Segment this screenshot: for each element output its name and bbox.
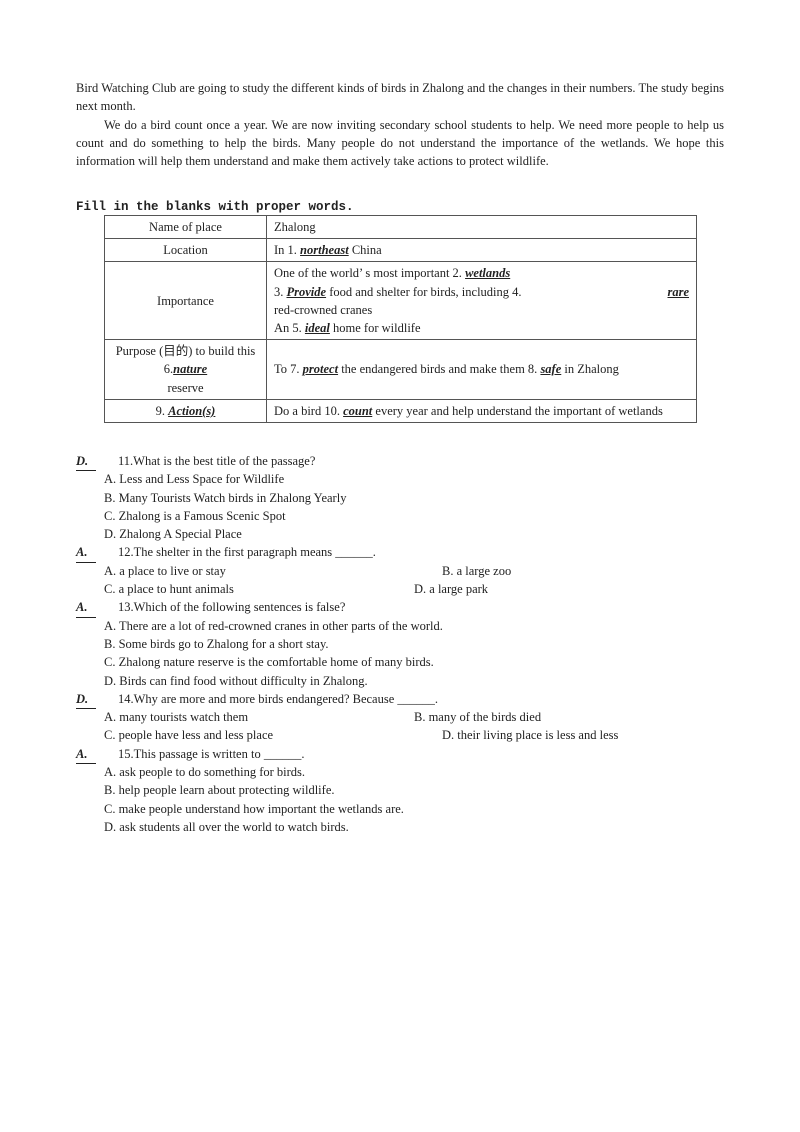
content-line: An 5. ideal home for wildlife [274, 319, 689, 337]
question-text: The shelter in the first paragraph means… [133, 545, 376, 560]
blank-answer-8: safe [540, 362, 562, 377]
text: in Zhalong [561, 362, 619, 377]
text: 3. [274, 284, 287, 299]
blank-answer-10: count [343, 403, 373, 418]
text: In 1. [274, 243, 301, 258]
option: D. ask students all over the world to wa… [104, 819, 349, 834]
text: the endangered birds and make them 8. [338, 362, 541, 377]
question-answer: A. [76, 598, 96, 618]
text: China [348, 243, 382, 258]
option: A. ask people to do something for birds. [104, 765, 306, 780]
question-14: D. 14.Why are more and more birds endange… [76, 690, 726, 710]
blank-answer-3: Provide [286, 284, 327, 299]
text: 9. [155, 403, 169, 418]
text: An 5. [274, 321, 305, 336]
row-label: Name of place [104, 214, 267, 240]
text: One of the world’ s most important 2. [274, 266, 466, 281]
option: B. a large zoo [442, 563, 512, 578]
question-answer: D. [76, 690, 96, 710]
option: A. a place to live or stay [104, 563, 226, 578]
question-11: D. 11.What is the best title of the passa… [76, 452, 726, 472]
content-line: red-crowned cranes [274, 302, 373, 317]
row-label: Importance [104, 261, 267, 341]
row-content: In 1. northeast China [266, 238, 697, 263]
option-row: A. many tourists watch them B. many of th… [76, 708, 726, 726]
question-text: Which of the following sentences is fals… [133, 600, 346, 615]
content-line: 3. Provide food and shelter for birds, i… [274, 283, 689, 301]
question-number: 15. [118, 746, 134, 761]
table-row: Name of place Zhalong [104, 214, 697, 240]
option-row: A. a place to live or stay B. a large zoo [76, 562, 726, 580]
option: C. Zhalong nature reserve is the comfort… [104, 655, 434, 670]
option: B. help people learn about protecting wi… [104, 783, 335, 798]
table-row: Importance One of the world’ s most impo… [104, 261, 697, 341]
content-line: One of the world’ s most important 2. we… [274, 264, 689, 282]
option: D. Zhalong A Special Place [104, 527, 242, 542]
question-text: This passage is written to ______. [133, 746, 305, 761]
question-15: A. 15.This passage is written to ______. [76, 745, 726, 765]
table-row: Purpose (目的) to build this 6.nature reser… [104, 339, 697, 400]
row-content: Zhalong [266, 214, 697, 240]
row-label: Purpose (目的) to build this 6.nature reser… [104, 339, 267, 400]
option: A. There are a lot of red-crowned cranes… [104, 618, 443, 633]
passage-paragraph-2: We do a bird count once a year. We are n… [76, 117, 724, 169]
text: To 7. [274, 362, 303, 377]
option: B. Many Tourists Watch birds in Zhalong … [104, 490, 347, 505]
text: reserve [167, 380, 204, 395]
blank-answer-4: rare [667, 284, 689, 299]
blank-answer-9: Action(s) [168, 403, 216, 418]
option: D. a large park [414, 582, 489, 597]
blank-answer-5: ideal [304, 321, 330, 336]
blank-answer-2: wetlands [465, 266, 511, 281]
option: D. Birds can find food without difficult… [104, 673, 368, 688]
option: C. a place to hunt animals [104, 582, 234, 597]
text: food and shelter for birds, including 4. [326, 284, 522, 299]
table-row: 9. Action(s) Do a bird 10. count every y… [104, 398, 697, 424]
blank-answer-6: nature [173, 362, 208, 377]
question-text: Why are more and more birds endangered? … [133, 691, 439, 706]
reading-passage: Bird Watching Club are going to study th… [76, 79, 724, 170]
option: B. Some birds go to Zhalong for a short … [104, 636, 329, 651]
option: C. make people understand how important … [104, 801, 404, 816]
row-label: 9. Action(s) [104, 398, 267, 424]
text: every year and help understand the impor… [372, 403, 663, 418]
option: D. their living place is less and less [442, 728, 619, 743]
row-content: One of the world’ s most important 2. we… [266, 261, 697, 341]
question-list: D. 11.What is the best title of the passa… [76, 452, 726, 836]
question-number: 11. [118, 454, 134, 468]
row-content: Do a bird 10. count every year and help … [266, 398, 697, 424]
table-row: Location In 1. northeast China [104, 238, 697, 263]
option-row: C. people have less and less place D. the… [76, 726, 726, 744]
fill-blanks-instruction: Fill in the blanks with proper words. [76, 200, 354, 214]
question-12: A. 12.The shelter in the first paragraph … [76, 543, 726, 563]
question-number: 14. [118, 691, 134, 706]
question-answer: A. [76, 543, 96, 563]
option: C. people have less and less place [104, 728, 274, 743]
question-answer: D. [76, 452, 96, 472]
option: B. many of the birds died [414, 710, 542, 725]
question-13: A. 13.Which of the following sentences is… [76, 598, 726, 618]
question-text: What is the best title of the passage? [133, 454, 316, 468]
option-row: C. a place to hunt animals D. a large par… [76, 580, 726, 598]
row-label: Location [104, 238, 267, 263]
row-content: To 7. protect the endangered birds and m… [266, 339, 697, 400]
question-number: 12. [118, 545, 134, 560]
text: home for wildlife [329, 321, 421, 336]
passage-paragraph-1: Bird Watching Club are going to study th… [76, 81, 724, 114]
question-number: 13. [118, 600, 134, 615]
question-answer: A. [76, 745, 96, 765]
fill-in-table: Name of place Zhalong Location In 1. nor… [104, 214, 697, 424]
option: C. Zhalong is a Famous Scenic Spot [104, 508, 286, 523]
blank-answer-7: protect [302, 362, 339, 377]
option: A. many tourists watch them [104, 710, 249, 725]
text: Do a bird 10. [274, 403, 344, 418]
blank-answer-1: northeast [300, 243, 349, 258]
option: A. Less and Less Space for Wildlife [104, 472, 285, 487]
